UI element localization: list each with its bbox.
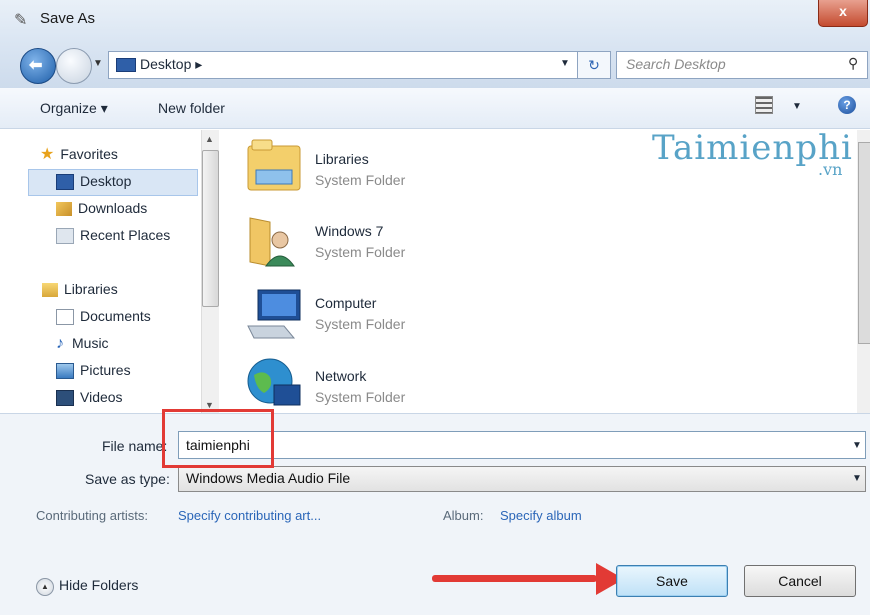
file-name: Libraries <box>315 151 369 167</box>
file-type: System Folder <box>315 389 406 405</box>
highlight-box <box>162 409 274 468</box>
search-placeholder: Search Desktop <box>626 56 726 72</box>
file-name-dropdown-icon[interactable]: ▼ <box>852 440 862 451</box>
contributing-artists-label: Contributing artists: <box>36 508 148 523</box>
save-button[interactable]: Save <box>616 565 728 597</box>
views-icon[interactable] <box>755 96 773 114</box>
music-icon: ♪ <box>56 335 64 352</box>
desktop-icon <box>56 174 74 191</box>
file-name: Computer <box>315 295 377 311</box>
watermark-logo-suffix: .vn <box>818 160 843 179</box>
breadcrumb[interactable]: Desktop ▸ <box>140 56 202 73</box>
file-name: Windows 7 <box>315 223 384 239</box>
save-as-type-label: Save as type: <box>85 471 170 487</box>
nav-item-label: Videos <box>80 389 123 405</box>
pictures-icon <box>56 363 74 380</box>
documents-icon <box>56 309 74 326</box>
file-item-computer[interactable] <box>244 286 304 345</box>
album-label: Album: <box>443 508 484 523</box>
nav-item-pictures[interactable]: Pictures <box>56 358 131 382</box>
downloads-icon <box>56 202 72 217</box>
cancel-button[interactable]: Cancel <box>744 565 856 597</box>
arrow-left-icon: ⬅ <box>29 57 43 74</box>
nav-libraries[interactable]: Libraries <box>42 277 118 301</box>
file-type: System Folder <box>315 244 406 260</box>
toolbar <box>0 88 870 129</box>
save-as-type-dropdown-icon[interactable]: ▼ <box>852 473 862 484</box>
libraries-icon <box>247 139 301 191</box>
new-folder-button[interactable]: New folder <box>158 100 225 116</box>
window-title: Save As <box>40 10 96 27</box>
desktop-icon <box>116 58 136 72</box>
file-type: System Folder <box>315 316 406 332</box>
videos-icon <box>56 390 74 407</box>
nav-item-desktop[interactable]: Desktop <box>56 169 131 193</box>
file-name-label: File name: <box>102 438 168 454</box>
nav-scroll-thumb[interactable] <box>202 150 219 307</box>
help-icon[interactable]: ? <box>838 96 856 114</box>
contributing-artists-field[interactable]: Specify contributing art... <box>178 508 321 523</box>
file-type: System Folder <box>315 172 406 188</box>
user-folder-icon <box>249 217 295 267</box>
nav-item-label: Documents <box>80 308 151 324</box>
file-name-field[interactable] <box>178 431 866 459</box>
annotation-arrow <box>432 575 597 582</box>
recent-pages-dropdown-icon[interactable]: ▼ <box>93 58 103 69</box>
scroll-up-icon[interactable]: ▲ <box>205 134 214 144</box>
nav-libraries-label: Libraries <box>64 281 118 297</box>
file-list-scroll-thumb[interactable] <box>858 142 870 344</box>
star-icon: ★ <box>40 146 55 163</box>
organize-menu[interactable]: Organize ▾ <box>40 100 108 117</box>
album-field[interactable]: Specify album <box>500 508 582 523</box>
views-dropdown-icon[interactable]: ▼ <box>792 101 802 112</box>
nav-item-downloads[interactable]: Downloads <box>56 196 147 220</box>
nav-favorites-label: Favorites <box>60 146 118 162</box>
nav-item-label: Desktop <box>80 173 132 189</box>
nav-item-label: Music <box>72 335 109 351</box>
nav-favorites[interactable]: ★ Favorites <box>40 142 118 166</box>
title-bar <box>0 0 870 40</box>
file-item-network[interactable] <box>244 355 304 414</box>
nav-item-videos[interactable]: Videos <box>56 385 123 409</box>
nav-item-recent-places[interactable]: Recent Places <box>56 223 170 247</box>
file-name: Network <box>315 368 367 384</box>
forward-button[interactable] <box>56 48 92 84</box>
nav-item-label: Pictures <box>80 362 131 378</box>
close-button[interactable]: x <box>818 0 868 27</box>
file-item-libraries[interactable] <box>244 138 304 197</box>
collapse-icon[interactable]: ▲ <box>36 578 54 596</box>
address-dropdown-icon[interactable]: ▼ <box>560 58 570 69</box>
save-as-type-value: Windows Media Audio File <box>186 470 351 486</box>
nav-item-music[interactable]: ♪ Music <box>56 331 109 355</box>
network-icon <box>247 358 301 406</box>
refresh-button[interactable]: ↻ <box>577 51 611 79</box>
app-icon: ✎ <box>14 12 28 29</box>
recent-places-icon <box>56 228 74 245</box>
file-item-windows7[interactable] <box>244 212 304 271</box>
search-icon[interactable]: ⚲ <box>848 55 858 72</box>
nav-item-label: Recent Places <box>80 227 171 243</box>
nav-item-label: Downloads <box>78 200 148 216</box>
back-button[interactable]: ⬅ <box>20 48 56 84</box>
libraries-icon <box>42 283 58 298</box>
hide-folders-button[interactable]: Hide Folders <box>59 577 138 593</box>
nav-item-documents[interactable]: Documents <box>56 304 151 328</box>
computer-icon <box>247 289 301 339</box>
